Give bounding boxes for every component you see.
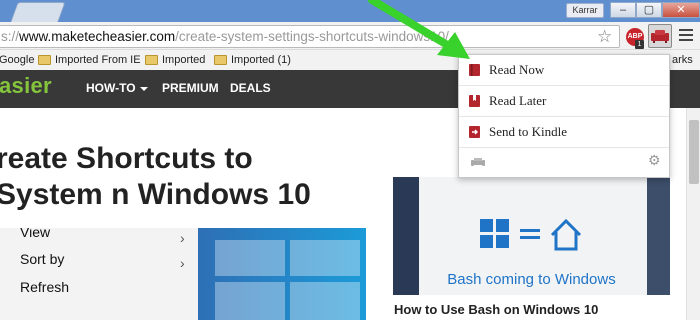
popup-footer: ⚙ (459, 148, 669, 178)
related-post-link[interactable]: How to Use Bash on Windows 10 (394, 302, 598, 317)
menu-item-read-later[interactable]: Read Later (459, 86, 669, 117)
close-window-button[interactable]: ✕ (662, 2, 700, 18)
windows-logo-pane (205, 240, 365, 320)
nav-premium[interactable]: PREMIUM (162, 81, 219, 95)
url-path: /create-system-settings-shortcuts-window… (175, 29, 449, 44)
maximize-button[interactable]: ▢ (636, 2, 662, 18)
url-scheme: s:// (1, 29, 20, 44)
bookmark-label: Imported (1) (231, 54, 291, 66)
folder-icon (38, 55, 51, 65)
menu-item-send-to-kindle[interactable]: Send to Kindle (459, 117, 669, 148)
chrome-menu-button[interactable] (679, 29, 693, 43)
pocket-extension-button[interactable] (648, 24, 672, 48)
bookmark-label: Google (0, 54, 35, 66)
menu-item-read-now[interactable]: Read Now (459, 55, 669, 86)
page-scrollbar[interactable] (686, 108, 700, 320)
send-to-kindle-icon (468, 125, 481, 139)
site-logo[interactable]: asier (0, 73, 52, 99)
menu-item-label: Read Now (489, 62, 545, 77)
pocket-popup-menu: Read Now Read Later Send to Kindle ⚙ (458, 54, 670, 178)
bookmark-folder-imported-1[interactable]: Imported (1) (214, 51, 291, 69)
pocket-couch-icon (651, 30, 669, 43)
scrollbar-thumb[interactable] (689, 120, 699, 184)
profile-button[interactable]: Karrar (566, 3, 604, 18)
context-menu-item-view: View (20, 228, 51, 240)
book-icon (468, 63, 481, 77)
caret-down-icon (139, 86, 148, 91)
adblock-count-badge: 1 (635, 40, 644, 49)
submenu-arrow-icon: › (180, 230, 185, 246)
bookmark-label: Imported (162, 54, 206, 66)
bookmark-star-icon[interactable]: ☆ (597, 27, 612, 47)
pocket-couch-icon (471, 158, 485, 166)
minimize-button[interactable]: – (610, 2, 636, 18)
bookmark-ribbon-icon (468, 94, 481, 108)
article-image: View Sort by Refresh › › (0, 228, 366, 320)
submenu-arrow-icon: › (180, 255, 185, 271)
folder-icon (145, 55, 158, 65)
menu-item-label: Read Later (489, 93, 547, 108)
nav-howto-label: HOW-TO (86, 81, 136, 95)
browser-toolbar: s://www.maketecheasier.com/create-system… (0, 22, 700, 50)
bookmark-label: Imported From IE (55, 54, 141, 66)
settings-gear-icon[interactable]: ⚙ (648, 153, 661, 170)
context-menu-item-sort: Sort by (20, 251, 65, 267)
bookmark-folder-imported-ie[interactable]: Imported From IE (38, 51, 141, 69)
context-menu-item-refresh: Refresh (20, 279, 70, 295)
other-bookmarks-label[interactable]: arks (672, 51, 693, 69)
related-post-thumbnail[interactable]: Bash coming to Windows (393, 177, 670, 295)
nav-deals[interactable]: DEALS (230, 81, 271, 95)
bookmark-google[interactable]: Google (0, 51, 34, 69)
url-host: www.maketecheasier.com (19, 29, 176, 44)
menu-item-label: Send to Kindle (489, 124, 567, 139)
thumbnail-caption-text: Bash coming to Windows (447, 271, 616, 288)
address-bar[interactable]: s://www.maketecheasier.com/create-system… (0, 25, 620, 48)
article-title: reate Shortcuts to System n Windows 10 (0, 142, 311, 211)
windows-bash-logo-icon (480, 218, 582, 251)
browser-tab[interactable] (10, 2, 66, 22)
tab-strip: Karrar – ▢ ✕ (0, 0, 700, 22)
bookmark-folder-imported[interactable]: Imported (145, 51, 205, 69)
nav-howto[interactable]: HOW-TO (86, 81, 148, 95)
folder-icon (214, 55, 227, 65)
